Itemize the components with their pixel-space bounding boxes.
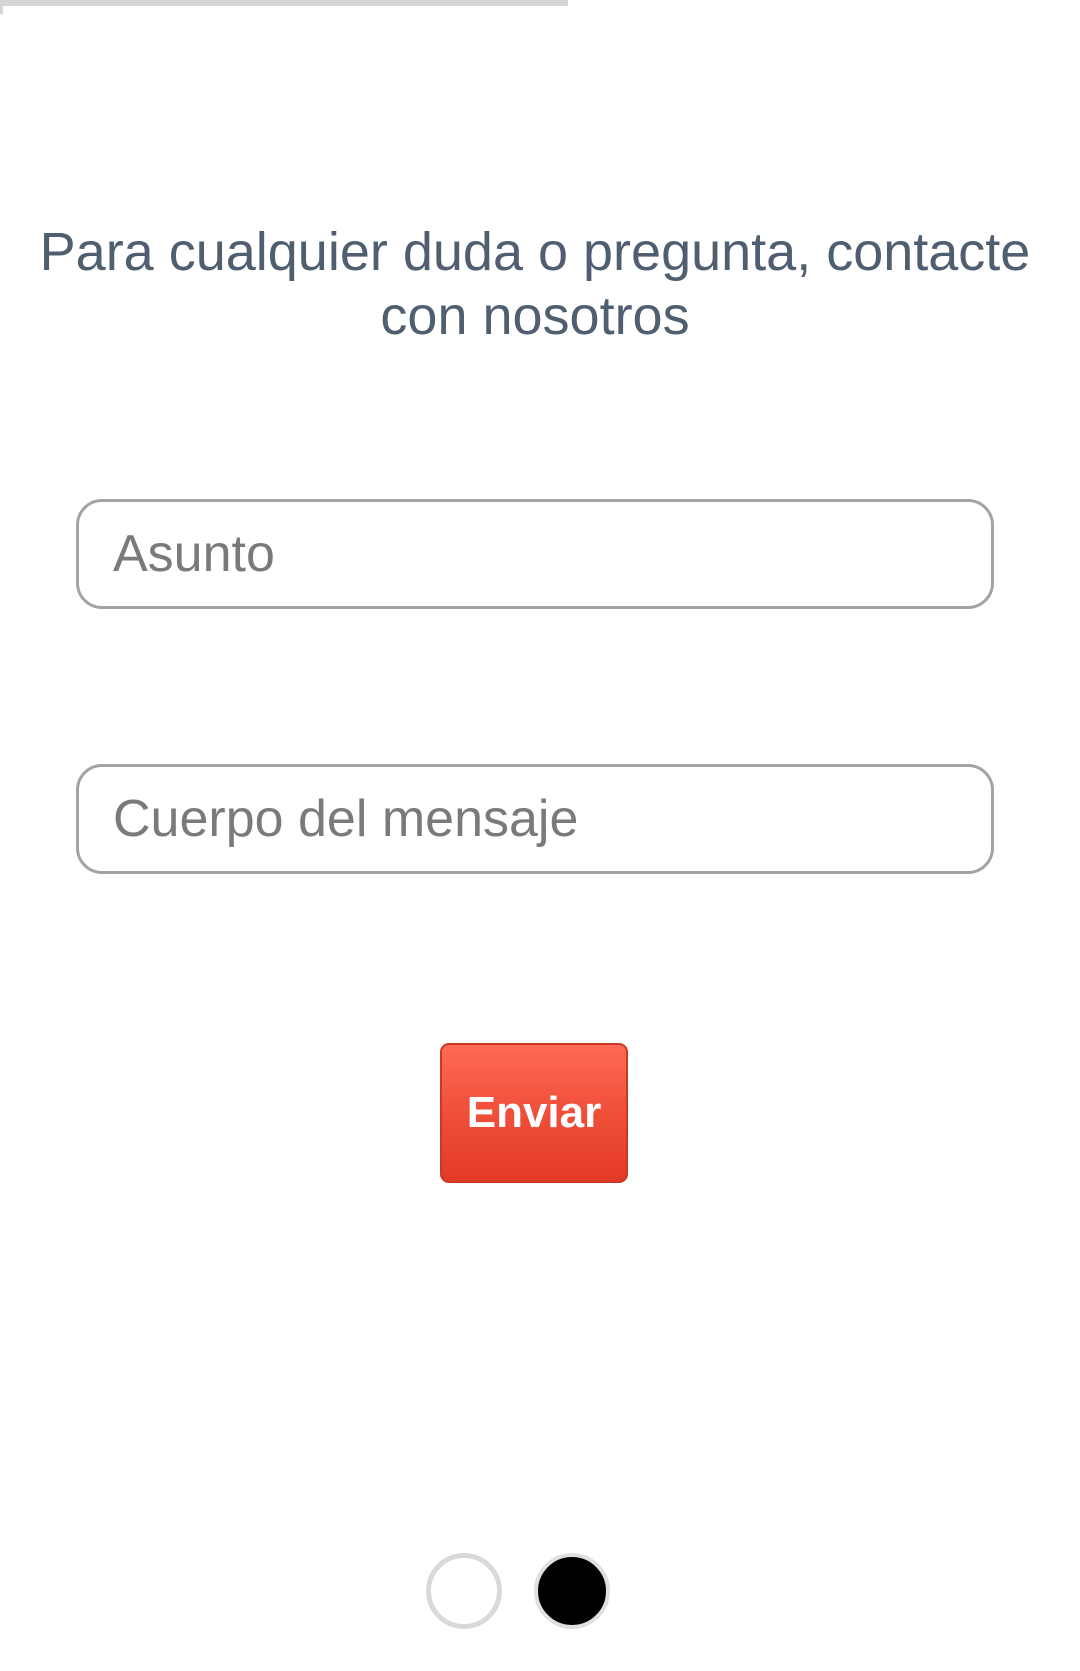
send-button[interactable]: Enviar: [440, 1043, 628, 1183]
heading-line-2: con nosotros: [380, 286, 690, 346]
heading-line-1: Para cualquier duda o pregunta, contacte: [39, 222, 1031, 282]
page-heading: Para cualquier duda o pregunta, contacte…: [30, 220, 1040, 348]
top-progress-bar: [0, 0, 568, 6]
page-dot-1[interactable]: [426, 1553, 502, 1629]
page-indicator: [0, 1553, 1080, 1629]
page-dot-2-active[interactable]: [534, 1553, 610, 1629]
message-body-field[interactable]: [76, 764, 994, 874]
top-progress-tick: [0, 0, 3, 14]
message-body-input[interactable]: [79, 767, 991, 871]
subject-field[interactable]: [76, 499, 994, 609]
subject-input[interactable]: [79, 502, 991, 606]
